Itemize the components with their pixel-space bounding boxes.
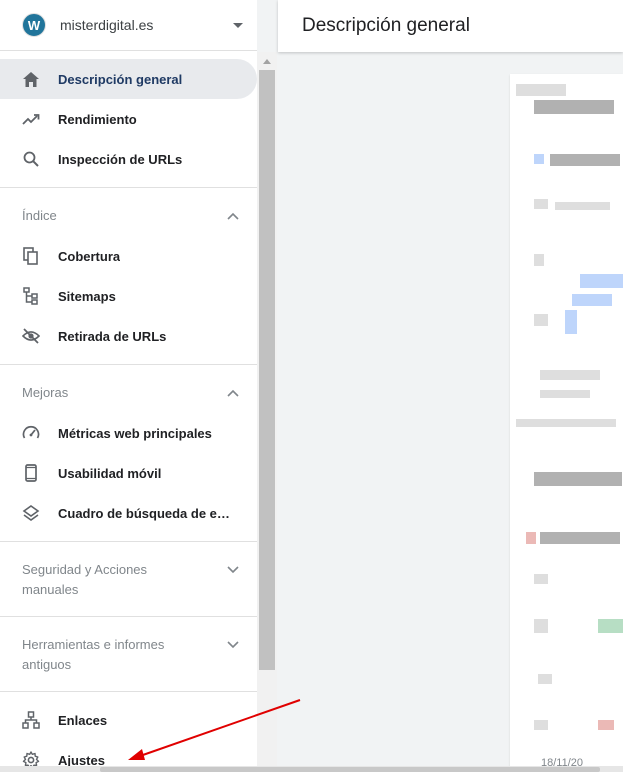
chevron-down-icon — [227, 566, 239, 574]
wordpress-icon: W — [22, 13, 46, 37]
caret-down-icon[interactable] — [233, 22, 243, 28]
search-icon — [22, 150, 40, 168]
blurred-block — [555, 202, 610, 210]
sidebar: W misterdigital.es Descripción general R… — [0, 0, 257, 772]
group-legacy-tools-header[interactable]: Herramientas e informes antiguos — [0, 617, 257, 691]
header-bar: Descripción general — [278, 0, 623, 52]
blurred-block — [534, 254, 544, 266]
blurred-block — [534, 314, 548, 326]
blurred-block — [572, 294, 612, 306]
group-title: Mejoras — [22, 385, 69, 400]
nav-item-url-inspection[interactable]: Inspección de URLs — [0, 139, 257, 179]
nav-item-label: Usabilidad móvil — [58, 465, 162, 481]
blurred-block — [534, 472, 622, 486]
blurred-block — [516, 419, 616, 427]
network-icon — [22, 711, 40, 729]
group-security: Seguridad y Acciones manuales — [0, 541, 257, 616]
group-enhancements-header[interactable]: Mejoras — [0, 365, 257, 413]
nav-item-sitemaps[interactable]: Sitemaps — [0, 276, 257, 316]
horizontal-scrollbar[interactable] — [0, 766, 623, 772]
nav-item-label: Sitemaps — [58, 288, 116, 304]
blurred-block — [534, 199, 548, 209]
blurred-block — [540, 532, 620, 544]
nav-item-label: Descripción general — [58, 71, 183, 87]
blurred-block — [534, 154, 544, 164]
trending-up-icon — [22, 110, 40, 128]
nav-item-label: Cobertura — [58, 248, 121, 264]
blurred-block — [540, 370, 600, 380]
sidebar-scrollbar[interactable] — [257, 52, 277, 772]
sitemap-icon — [22, 287, 40, 305]
horizontal-scrollbar-thumb[interactable] — [100, 767, 600, 772]
group-index-header[interactable]: Índice — [0, 188, 257, 236]
blurred-block — [538, 674, 552, 684]
nav-item-links[interactable]: Enlaces — [0, 700, 257, 740]
group-legacy-tools: Herramientas e informes antiguos — [0, 616, 257, 691]
scrollbar-thumb[interactable] — [259, 70, 275, 670]
nav-item-sitelinks-searchbox[interactable]: Cuadro de búsqueda de enl… — [0, 493, 257, 533]
group-enhancements: Mejoras Métricas web principales Usabili… — [0, 364, 257, 541]
nav-item-label: Retirada de URLs — [58, 328, 167, 344]
property-selector[interactable]: W misterdigital.es — [0, 0, 257, 51]
copy-icon — [22, 247, 40, 265]
nav-item-label: Cuadro de búsqueda de enl… — [58, 505, 233, 521]
smartphone-icon — [22, 464, 40, 482]
blurred-block — [598, 720, 614, 730]
group-security-header[interactable]: Seguridad y Acciones manuales — [0, 542, 257, 616]
nav-item-coverage[interactable]: Cobertura — [0, 236, 257, 276]
blurred-block — [516, 84, 566, 96]
layers-icon — [22, 504, 40, 522]
nav-item-mobile-usability[interactable]: Usabilidad móvil — [0, 453, 257, 493]
nav-item-label: Rendimiento — [58, 111, 137, 127]
blurred-block — [580, 274, 623, 288]
speedometer-icon — [22, 424, 40, 442]
nav-item-label: Inspección de URLs — [58, 151, 183, 167]
group-bottom: Enlaces Ajustes — [0, 691, 257, 772]
blurred-block — [534, 720, 548, 730]
blurred-block — [534, 100, 614, 114]
group-index: Índice Cobertura Sitemaps Retirada de UR… — [0, 187, 257, 364]
nav-item-overview[interactable]: Descripción general — [0, 59, 257, 99]
nav-item-label: Métricas web principales — [58, 425, 212, 441]
overview-card — [510, 74, 623, 772]
blurred-block — [550, 154, 620, 166]
blurred-block — [534, 619, 548, 633]
group-title: Índice — [22, 208, 57, 223]
chevron-up-icon — [227, 212, 239, 220]
scroll-up-arrow-icon[interactable] — [257, 54, 277, 68]
blurred-block — [565, 310, 577, 334]
page-title: Descripción general — [302, 15, 470, 36]
blurred-block — [534, 574, 548, 584]
property-name: misterdigital.es — [60, 17, 154, 33]
chevron-up-icon — [227, 389, 239, 397]
eye-off-icon — [22, 327, 40, 345]
nav-item-url-removal[interactable]: Retirada de URLs — [0, 316, 257, 356]
group-title: Herramientas e informes antiguos — [22, 637, 165, 672]
nav-item-core-web-vitals[interactable]: Métricas web principales — [0, 413, 257, 453]
group-title: Seguridad y Acciones manuales — [22, 562, 148, 597]
nav-item-label: Enlaces — [58, 712, 108, 728]
blurred-block — [598, 619, 623, 633]
home-icon — [22, 70, 40, 88]
blurred-block — [526, 532, 536, 544]
nav-item-performance[interactable]: Rendimiento — [0, 99, 257, 139]
blurred-block — [540, 390, 590, 398]
chevron-down-icon — [227, 641, 239, 649]
